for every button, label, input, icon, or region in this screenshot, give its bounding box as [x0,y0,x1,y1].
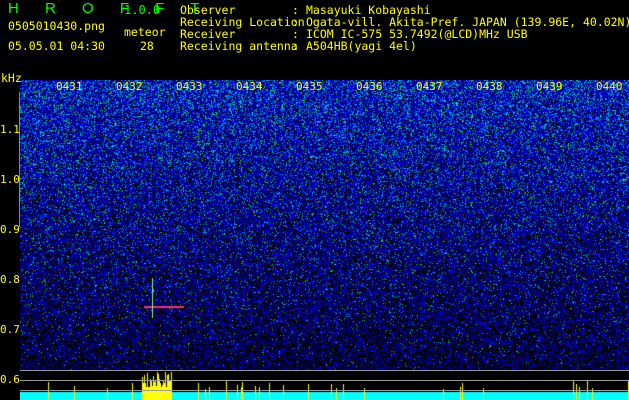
freq-tick: 0.8 [0,273,20,286]
axis-unit: kHz [1,71,22,85]
time-label: 0434 [236,80,263,93]
meteor-count: 28 [140,39,154,53]
time-label: 0431 [56,80,83,93]
freq-tick: 1.0 [0,173,20,186]
separator: : [292,39,299,53]
time-label: 0438 [476,80,503,93]
time-label: 0436 [356,80,383,93]
app-version: 1.0.0 [124,3,161,17]
level-line [20,370,629,371]
spectrogram [20,80,629,400]
file-name: 0505010430.png [8,19,105,33]
antenna-label: Receiving antenna [180,39,298,53]
y-axis-line [19,92,20,227]
time-label: 0433 [176,80,203,93]
time-label: 0437 [416,80,443,93]
freq-tick: 0.6 [0,373,20,386]
time-label: 0432 [116,80,143,93]
freq-tick: 1.1 [0,123,20,136]
freq-tick: 0.7 [0,323,20,336]
date-time: 05.05.01 04:30 [8,39,105,53]
time-label: 0439 [536,80,563,93]
antenna-value: A504HB(yagi 4el) [306,39,417,53]
time-label: 0435 [296,80,323,93]
level-line [20,380,629,381]
level-line [20,390,629,391]
freq-tick: 0.9 [0,223,20,236]
meteor-label: meteor [124,25,166,39]
time-label: 0440 [596,80,623,93]
hrofft-screen: H R O F F T 1.0.0 0505010430.png meteor … [0,0,629,400]
